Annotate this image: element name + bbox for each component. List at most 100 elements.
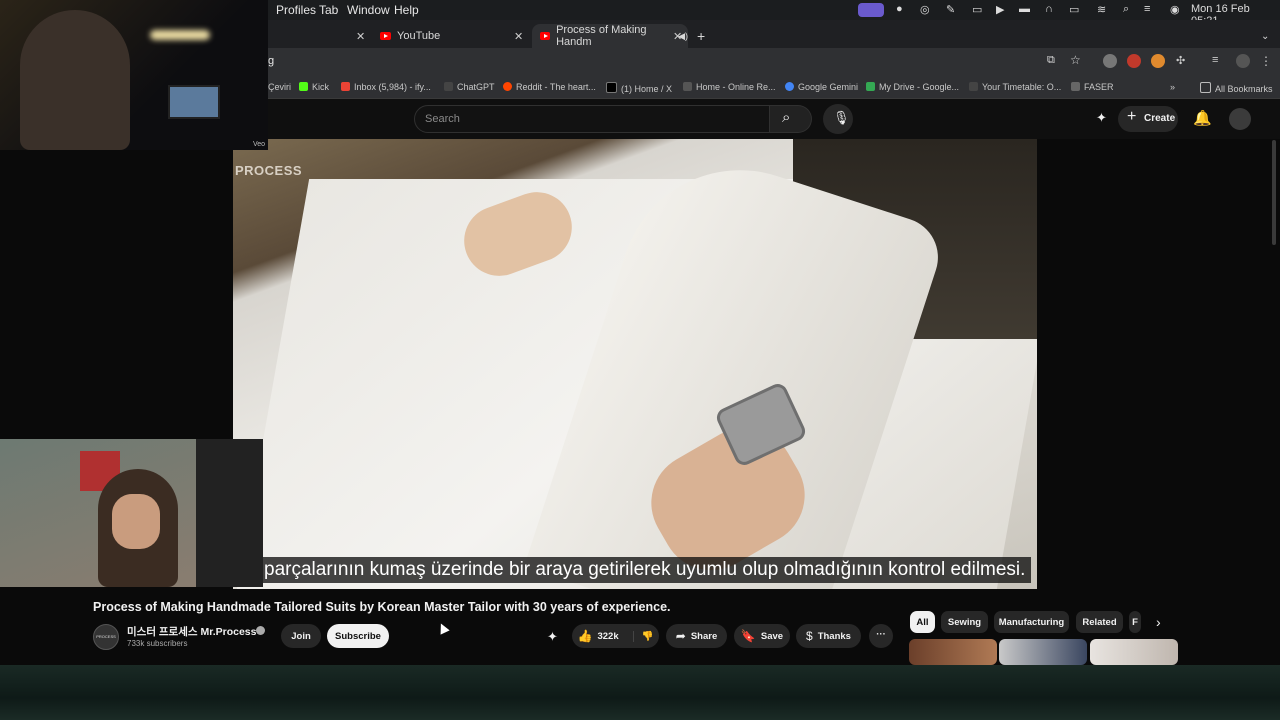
youtube-favicon-icon	[380, 32, 391, 40]
search-placeholder: Search	[425, 113, 460, 125]
play-icon[interactable]: ▶	[996, 3, 1004, 16]
bookmark-x[interactable]: (1) Home / X	[606, 82, 672, 94]
channel-avatar[interactable]: PROCESS	[93, 624, 119, 650]
install-icon[interactable]: ⧉	[1047, 54, 1061, 68]
search-button[interactable]: ⌕	[770, 105, 812, 133]
verified-badge-icon	[256, 626, 265, 635]
menu-window[interactable]: Window	[347, 3, 390, 17]
extension-icon-2[interactable]	[1127, 54, 1141, 68]
dislike-button[interactable]: 👎	[632, 630, 653, 642]
close-icon[interactable]: ✕	[514, 30, 523, 43]
like-count: 322k	[597, 630, 619, 642]
bookmark-gemini[interactable]: Google Gemini	[785, 82, 858, 92]
ask-ai-icon[interactable]: ✦	[547, 629, 558, 645]
bookmark-chatgpt[interactable]: ChatGPT	[444, 82, 495, 92]
more-actions-button[interactable]: ···	[869, 624, 893, 648]
new-tab-button[interactable]: +	[697, 24, 705, 48]
webcam-lights	[150, 30, 210, 40]
bookmark-drive[interactable]: My Drive - Google...	[866, 82, 959, 92]
search-icon[interactable]: ⌕	[1123, 3, 1129, 16]
like-button[interactable]: 👍 322k 👎	[572, 624, 659, 648]
car-icon[interactable]: ▬	[1019, 3, 1030, 15]
channel-watermark: PROCESS	[235, 163, 303, 178]
pen-icon[interactable]: ✎	[946, 3, 955, 16]
chevron-right-icon[interactable]: »	[1170, 82, 1175, 92]
close-icon[interactable]: ✕	[673, 30, 682, 43]
webcam-overlay-streamer	[0, 439, 263, 587]
share-button[interactable]: ➦ Share	[666, 624, 727, 648]
bookmark-star-icon[interactable]: ☆	[1070, 53, 1084, 67]
thumbs-up-icon: 👍	[577, 629, 593, 643]
menu-help[interactable]: Help	[394, 3, 419, 17]
channel-name[interactable]: 미스터 프로세스 Mr.Process	[127, 624, 257, 639]
wifi-icon[interactable]: ≋	[1097, 3, 1106, 16]
menu-tab[interactable]: Tab	[319, 3, 338, 17]
related-video-thumbnail[interactable]	[1090, 639, 1178, 665]
caption-text: parçalarının kumaş üzerinde bir araya ge…	[258, 557, 1032, 583]
control-center-icon[interactable]: ≡	[1144, 3, 1150, 15]
status-icon-2[interactable]: ◎	[920, 3, 930, 16]
bookmark-timetable[interactable]: Your Timetable: O...	[969, 82, 1061, 92]
bookmark-icon: 🔖	[740, 629, 756, 643]
related-video-thumbnail[interactable]	[909, 639, 997, 665]
extension-icon-3[interactable]	[1151, 54, 1165, 68]
video-player[interactable]	[233, 139, 1037, 589]
chip-all[interactable]: All	[910, 611, 935, 633]
chevron-right-icon[interactable]: ›	[1156, 614, 1161, 630]
subscriber-count: 733k subscribers	[127, 639, 188, 648]
notifications-bell-icon[interactable]: 🔔	[1193, 109, 1212, 127]
tab-youtube[interactable]: YouTube ✕	[372, 24, 528, 48]
status-pill-icon[interactable]	[858, 3, 884, 17]
tab-search-icon[interactable]: ⌄	[1261, 24, 1269, 48]
menu-profiles[interactable]: Profiles	[276, 3, 316, 17]
related-video-thumbnail[interactable]	[999, 639, 1087, 665]
status-icon-3[interactable]: ▭	[972, 3, 982, 16]
bookmark-ceviri[interactable]: Çeviri	[268, 82, 291, 92]
voice-search-button[interactable]: 🎙	[823, 104, 853, 134]
bookmark-reddit[interactable]: Reddit - The heart...	[503, 82, 596, 92]
video-title: Process of Making Handmade Tailored Suit…	[93, 600, 671, 614]
bookmark-inbox[interactable]: Inbox (5,984) - ify...	[341, 82, 431, 92]
create-button[interactable]: + Create	[1118, 106, 1178, 132]
desktop-wallpaper	[0, 665, 1280, 720]
sparkle-icon[interactable]: ✦	[1096, 110, 1107, 126]
headphones-icon[interactable]: ∩	[1045, 3, 1053, 15]
webcam-door	[196, 439, 263, 587]
scrollbar-thumb[interactable]	[1272, 140, 1276, 245]
close-icon[interactable]: ✕	[356, 30, 365, 43]
microphone-icon: 🎙	[833, 110, 850, 125]
all-bookmarks[interactable]: All Bookmarks	[1200, 82, 1273, 94]
chip-sewing[interactable]: Sewing	[941, 611, 988, 633]
chip-manufacturing[interactable]: Manufacturing	[994, 611, 1069, 633]
bookmark-home[interactable]: Home - Online Re...	[683, 82, 776, 92]
extension-icon-1[interactable]	[1103, 54, 1117, 68]
bookmark-faser[interactable]: FASER	[1071, 82, 1114, 92]
menu-kebab-icon[interactable]: ⋮	[1260, 54, 1274, 68]
youtube-favicon-icon	[540, 32, 551, 40]
mouse-cursor	[436, 621, 450, 635]
url-field[interactable]: g	[268, 55, 274, 67]
webcam-overlay-car: Veo	[0, 0, 268, 150]
media-icon[interactable]: ≡	[1212, 54, 1226, 68]
puzzle-icon[interactable]: ✣	[1176, 54, 1190, 68]
chip-more[interactable]: F	[1129, 611, 1141, 633]
search-input[interactable]: Search	[414, 105, 770, 133]
tab-process-video[interactable]: Process of Making Handm ◀) ✕	[532, 24, 688, 48]
tab-label: YouTube	[397, 30, 441, 42]
chip-related[interactable]: Related	[1076, 611, 1123, 633]
subscribe-button[interactable]: Subscribe	[327, 624, 389, 648]
bookmark-kick[interactable]: Kick	[299, 82, 329, 92]
thanks-button[interactable]: $ Thanks	[796, 624, 861, 648]
veo-label: Veo	[253, 141, 266, 148]
siri-icon[interactable]: ◉	[1170, 3, 1180, 16]
webcam-dashboard-screen	[168, 85, 220, 119]
profile-avatar[interactable]	[1236, 54, 1250, 68]
account-avatar[interactable]	[1229, 108, 1251, 130]
save-button[interactable]: 🔖 Save	[734, 624, 790, 648]
battery-icon[interactable]: ▭	[1069, 3, 1079, 16]
search-icon: ⌕	[782, 109, 791, 126]
share-icon: ➦	[675, 629, 686, 643]
join-button[interactable]: Join	[281, 624, 321, 648]
status-icon-1[interactable]: ●	[896, 3, 903, 15]
plus-icon: +	[1127, 108, 1137, 125]
